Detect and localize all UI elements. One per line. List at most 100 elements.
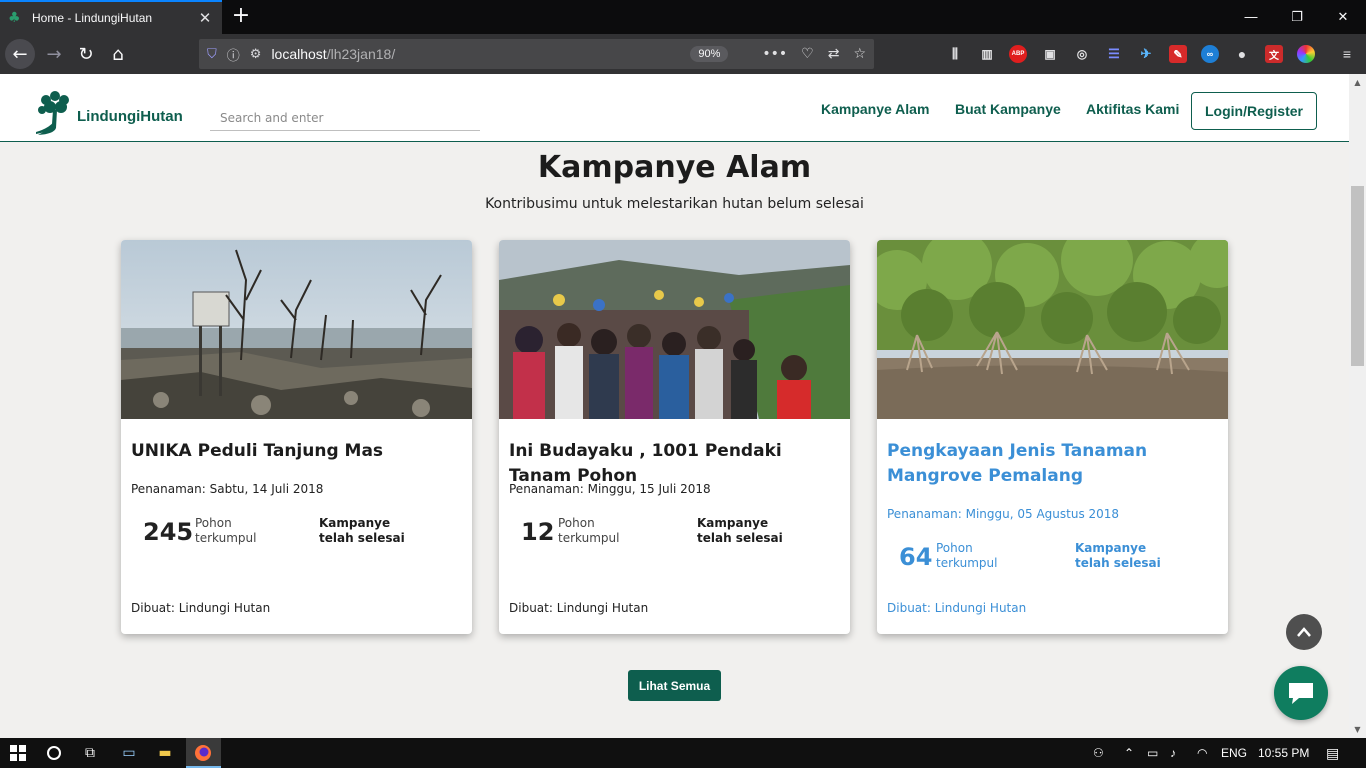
campaign-date: Penanaman: Sabtu, 14 Juli 2018 [131, 482, 324, 496]
campaign-status-line1: Kampanye [1075, 541, 1147, 555]
nav-kampanye-alam[interactable]: Kampanye Alam [821, 101, 929, 117]
search-input[interactable] [210, 105, 480, 131]
campaign-date: Penanaman: Minggu, 05 Agustus 2018 [887, 507, 1120, 521]
campaign-title[interactable]: UNIKA Peduli Tanjung Mas [131, 439, 466, 464]
windows-logo-icon [10, 745, 26, 761]
search-circle-icon[interactable] [43, 742, 65, 764]
trees-unit-line2: terkumpul [195, 531, 257, 545]
trees-unit: Pohon terkumpul [936, 541, 1016, 571]
computer-icon[interactable]: ▭ [118, 742, 140, 764]
campaign-status-line2: telah selesai [697, 531, 783, 545]
close-window-icon[interactable]: ✕ [1320, 0, 1366, 34]
restore-icon[interactable]: ❐ [1274, 0, 1320, 34]
language-indicator[interactable]: ENG [1221, 738, 1247, 768]
campaign-date: Penanaman: Minggu, 15 Juli 2018 [509, 482, 711, 496]
permissions-icon[interactable]: ⚙ [250, 47, 262, 62]
tab-title: Home - LindungiHutan [32, 11, 153, 25]
brand-name[interactable]: LindungiHutan [77, 108, 183, 125]
trees-unit-line2: terkumpul [936, 556, 998, 570]
chat-bubble-icon [1289, 683, 1313, 704]
sync-icon[interactable]: ◎ [1073, 45, 1091, 63]
trees-unit-line1: Pohon [195, 516, 232, 530]
campaign-card[interactable]: Pengkayaan Jenis Tanaman Mangrove Pemala… [877, 240, 1228, 634]
infinity-extension-icon[interactable]: ∞ [1201, 45, 1219, 63]
bookmark-star-icon[interactable]: ☆ [853, 46, 866, 62]
chevron-up-icon [1297, 627, 1311, 637]
task-view-icon[interactable]: ⧉ [79, 742, 101, 764]
url-host: localhost [271, 46, 327, 62]
pocket-icon[interactable]: ♡ [801, 46, 814, 62]
page-actions-icon[interactable]: ••• [762, 46, 787, 62]
nav-aktifitas-kami[interactable]: Aktifitas Kami [1086, 101, 1179, 117]
container-icon[interactable]: ▣ [1041, 45, 1059, 63]
nav-buat-kampanye[interactable]: Buat Kampanye [955, 101, 1061, 117]
firefox-logo-icon [195, 745, 211, 761]
trees-unit: Pohon terkumpul [195, 516, 275, 546]
reload-icon[interactable]: ↻ [71, 39, 101, 69]
campaign-title[interactable]: Pengkayaan Jenis Tanaman Mangrove Pemala… [887, 439, 1222, 489]
back-arrow-icon[interactable]: ← [5, 39, 35, 69]
url-path: /lh23jan18/ [326, 46, 396, 62]
trees-count: 64 [899, 543, 933, 571]
tracking-shield-icon[interactable]: ⛉ [207, 47, 217, 62]
browser-tab[interactable]: ♣ Home - LindungiHutan ✕ [0, 0, 222, 34]
info-icon[interactable]: ⓘ [227, 45, 240, 64]
url-text[interactable]: localhost/lh23jan18/ [271, 46, 690, 62]
adblock-icon[interactable]: ABP [1009, 45, 1027, 63]
menu-hamburger-icon[interactable]: ≡ [1338, 45, 1356, 63]
campaign-status-line1: Kampanye [319, 516, 391, 530]
scroll-down-arrow-icon[interactable]: ▼ [1349, 721, 1366, 738]
lindungihutan-logo-icon[interactable] [34, 90, 76, 136]
account-icon[interactable]: ● [1233, 45, 1251, 63]
chat-button[interactable] [1274, 666, 1328, 720]
campaign-status: Kampanye telah selesai [1075, 541, 1195, 571]
campaign-card[interactable]: Ini Budayaku , 1001 Pendaki Tanam Pohon … [499, 240, 850, 634]
clock[interactable]: 10:55 PM [1258, 738, 1309, 768]
volume-icon[interactable]: ♪ [1170, 738, 1176, 768]
scroll-up-arrow-icon[interactable]: ▲ [1349, 74, 1366, 91]
sidebar-icon[interactable]: ▥ [978, 45, 996, 63]
wifi-icon[interactable]: ◠ [1197, 738, 1207, 768]
campaign-author: Dibuat: Lindungi Hutan [887, 601, 1027, 615]
section-title: Kampanye Alam [537, 150, 812, 185]
battery-icon[interactable]: ▭ [1147, 738, 1158, 768]
color-picker-icon[interactable] [1297, 45, 1315, 63]
campaign-status-line2: telah selesai [319, 531, 405, 545]
campaign-card[interactable]: UNIKA Peduli Tanjung Mas Penanaman: Sabt… [121, 240, 472, 634]
close-tab-icon[interactable]: ✕ [196, 9, 214, 27]
campaign-photo-hikers-crowd[interactable] [499, 240, 850, 419]
firefox-icon[interactable] [192, 742, 214, 764]
library-icon[interactable]: ⫼ [946, 45, 964, 63]
see-all-button[interactable]: Lihat Semua [628, 670, 721, 701]
windows-start-icon[interactable] [7, 742, 29, 764]
translate-icon[interactable]: ⇄ [828, 46, 840, 62]
campaign-status: Kampanye telah selesai [697, 516, 817, 546]
scroll-to-top-icon[interactable] [1286, 614, 1322, 650]
file-explorer-icon[interactable]: ▬ [154, 742, 176, 764]
forward-arrow-icon[interactable]: → [39, 39, 69, 69]
list-extension-icon[interactable]: ☰ [1105, 45, 1123, 63]
translator-extension-icon[interactable]: 文 [1265, 45, 1283, 63]
bird-extension-icon[interactable]: ✈ [1137, 45, 1155, 63]
page-scrollbar[interactable]: ▲ ▼ [1349, 74, 1366, 738]
home-icon[interactable]: ⌂ [103, 39, 133, 69]
tool-extension-icon[interactable]: ✎ [1169, 45, 1187, 63]
address-bar[interactable]: ⛉ ⓘ ⚙ localhost/lh23jan18/ 90% ••• ♡ ⇄ ☆ [199, 39, 874, 69]
cortana-icon [47, 746, 61, 760]
notifications-icon[interactable]: ▤ [1326, 738, 1339, 768]
windows-taskbar: ⧉ ▭ ▬ ⚇ ⌃ ▭ ♪ ◠ ENG 10:55 PM ▤ [0, 738, 1366, 768]
campaign-author: Dibuat: Lindungi Hutan [131, 601, 271, 615]
zoom-level[interactable]: 90% [690, 46, 729, 62]
campaign-status-line1: Kampanye [697, 516, 769, 530]
minimize-icon[interactable]: ― [1228, 0, 1274, 34]
tray-chevron-up-icon[interactable]: ⌃ [1124, 738, 1134, 768]
campaign-photo-mangroves[interactable] [877, 240, 1228, 419]
login-register-button[interactable]: Login/Register [1191, 92, 1317, 130]
trees-count: 12 [521, 518, 555, 546]
people-icon[interactable]: ⚇ [1093, 738, 1104, 768]
page-viewport: LindungiHutan Kampanye Alam Buat Kampany… [0, 74, 1349, 738]
new-tab-icon[interactable]: + [230, 4, 252, 28]
browser-titlebar: ♣ Home - LindungiHutan ✕ + ― ❐ ✕ [0, 0, 1366, 34]
campaign-photo-coastal-debris[interactable] [121, 240, 472, 419]
scrollbar-thumb[interactable] [1351, 186, 1364, 366]
